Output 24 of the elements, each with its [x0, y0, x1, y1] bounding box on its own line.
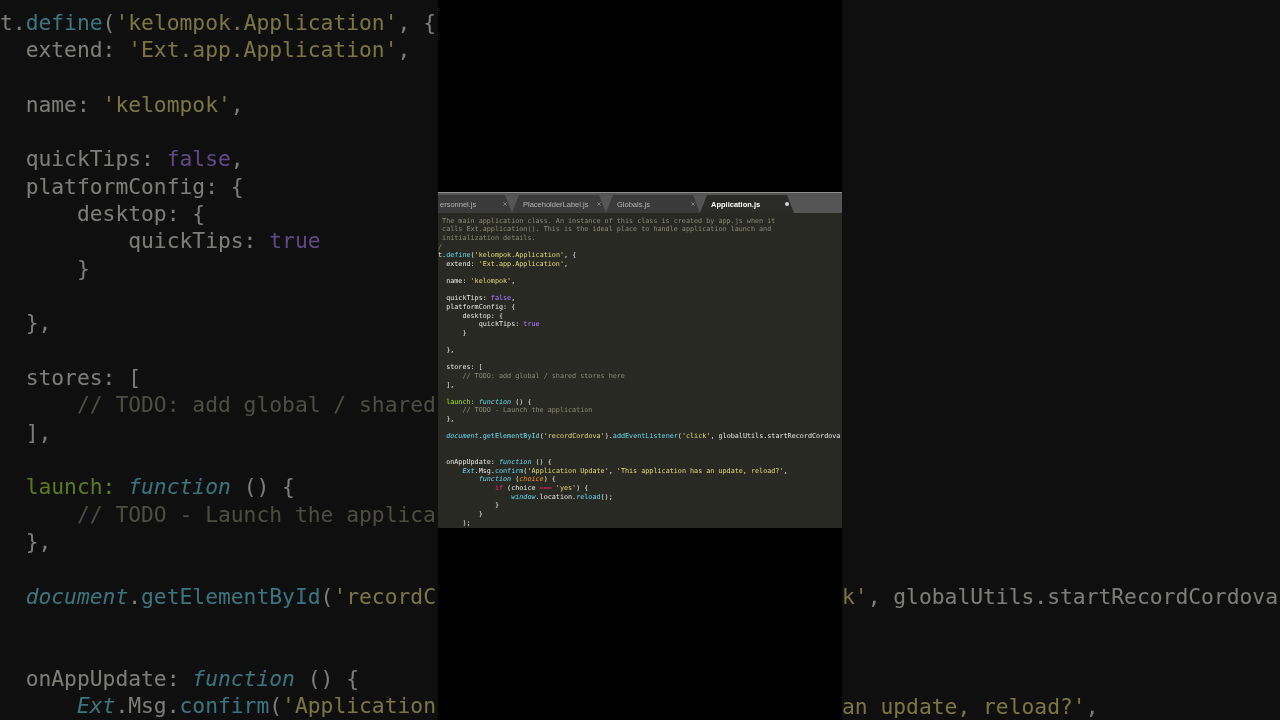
background-code-line: desktop: { [76, 199, 206, 228]
background-code-line: } [76, 254, 90, 282]
background-code-line: name: 'kelompok', [25, 90, 244, 118]
background-code-line: an update, reload?', [842, 692, 1099, 720]
background-code-line: quickTips: false, [25, 145, 244, 173]
background-code-line: onAppUpdate: function () { [25, 664, 359, 693]
background-code-line: stores: [ [25, 363, 142, 392]
background-code-line: t.define('kelompok.Application', { [0, 8, 436, 36]
close-icon[interactable] [503, 202, 507, 206]
close-icon[interactable] [691, 202, 695, 206]
background-code-line: Ext.Msg.confirm('Application [76, 692, 436, 720]
background-code-line: quickTips: true [128, 227, 321, 255]
close-icon[interactable] [597, 202, 601, 206]
background-code-line: ], [25, 418, 52, 446]
background-code-line: extend: 'Ext.app.Application', [25, 35, 411, 64]
background-code-line: // TODO: add global / shared [76, 391, 436, 419]
background-code-line: k', globalUtils.startRecordCordova [842, 583, 1278, 611]
background-code-line: document.getElementById('recordC [25, 582, 436, 611]
background-code-line: }, [25, 528, 52, 556]
background-code-line: }, [25, 309, 52, 337]
background-code-line: platformConfig: { [25, 172, 244, 200]
background-code-line: launch: function () { [25, 473, 295, 501]
background-code-line: // TODO - Launch the applica [76, 500, 436, 529]
unsaved-dot-icon[interactable] [785, 202, 789, 206]
